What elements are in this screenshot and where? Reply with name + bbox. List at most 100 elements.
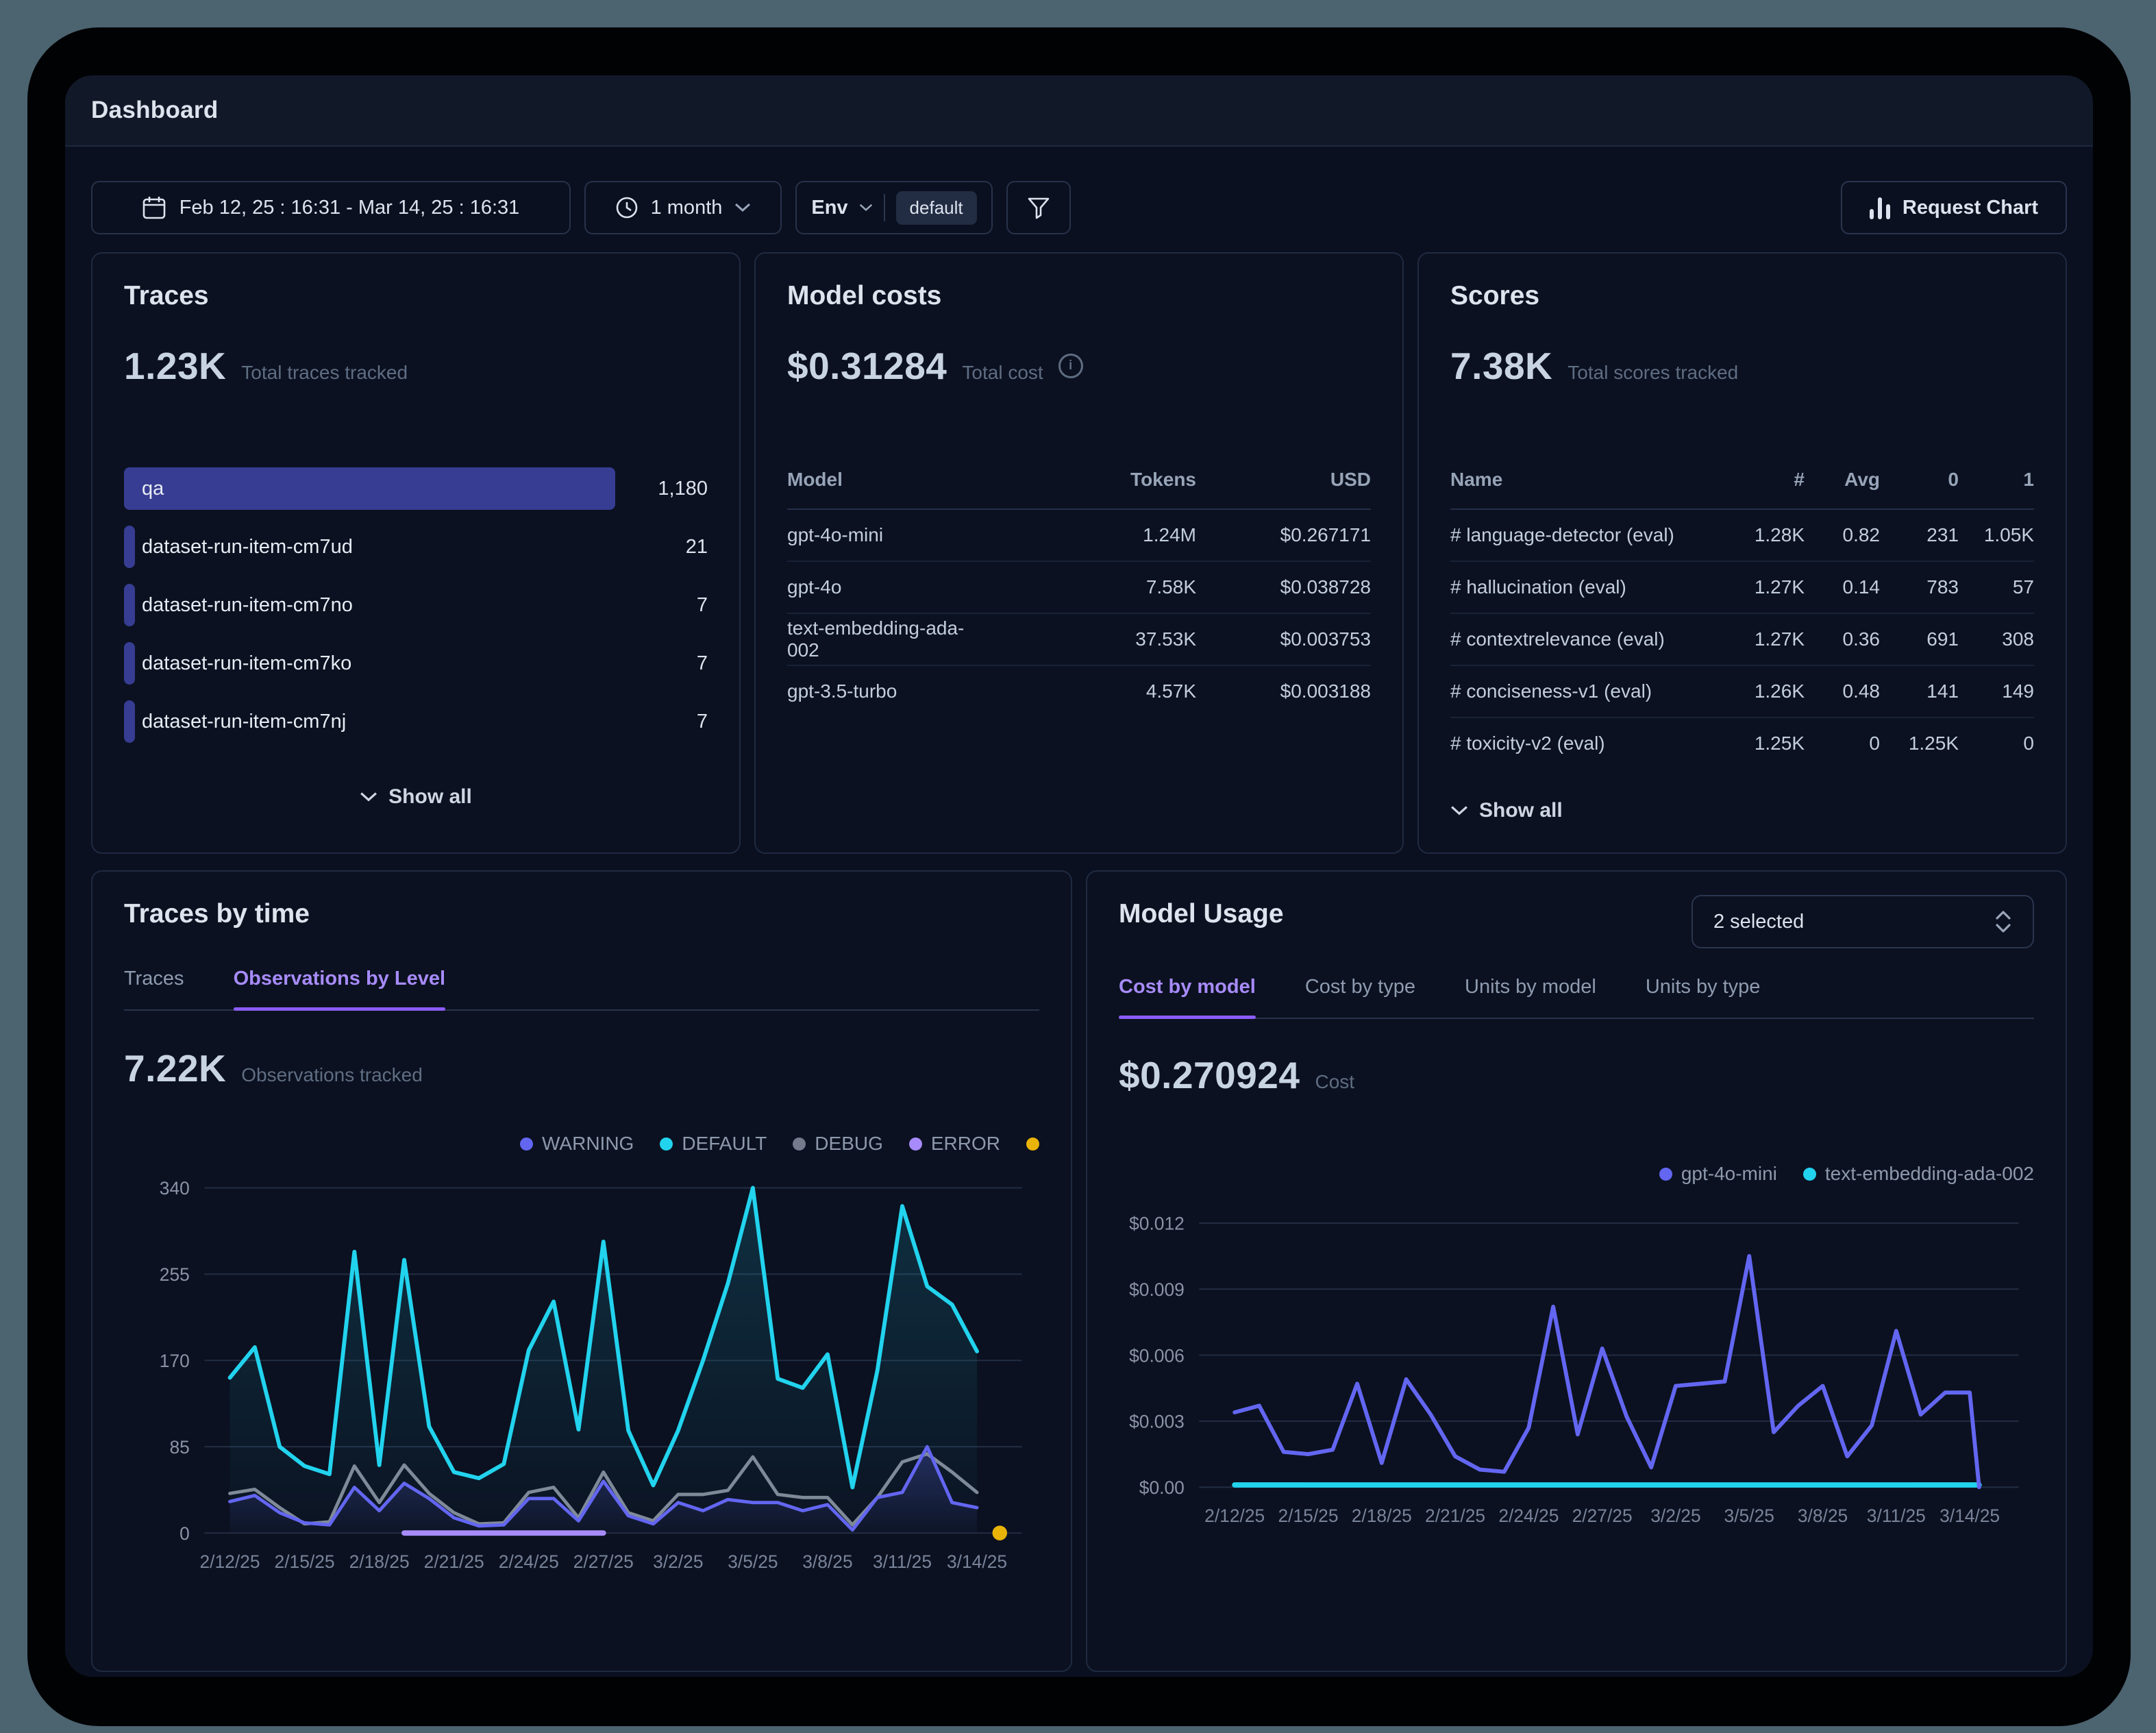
table-cell: 37.53K (984, 628, 1196, 650)
column-header-item: # (1702, 469, 1805, 491)
toolbar-spacer (1085, 181, 1827, 234)
trace-bar-zone: dataset-run-item-cm7no (124, 584, 615, 626)
svg-text:2/27/25: 2/27/25 (573, 1551, 634, 1572)
trace-label: dataset-run-item-cm7ud (142, 526, 353, 568)
trace-bar (124, 642, 135, 685)
filter-button[interactable] (1006, 181, 1071, 234)
svg-text:3/14/25: 3/14/25 (1940, 1505, 2000, 1526)
cost-metric: $0.270924 Cost (1119, 1053, 2034, 1097)
legend-label: gpt-4o-mini (1681, 1163, 1777, 1185)
card-title: Scores (1450, 281, 2034, 311)
trace-row-dataset-run-item-cm7ko[interactable]: dataset-run-item-cm7ko7 (124, 642, 708, 685)
chevrons-up-down-icon (1994, 910, 2012, 933)
trace-value: 1,180 (615, 478, 708, 500)
tab-units-by-type[interactable]: Units by type (1646, 976, 1761, 1018)
trace-bar-zone: qa (124, 467, 615, 510)
show-all-label: Show all (388, 785, 472, 809)
toolbar: Feb 12, 25 : 16:31 - Mar 14, 25 : 16:31 … (91, 181, 2067, 234)
table-cell: 1.27K (1702, 576, 1805, 598)
table-header: ModelTokensUSD (787, 469, 1371, 510)
table-cell: 7.58K (984, 576, 1196, 598)
model-select-dropdown[interactable]: 2 selected (1692, 895, 2034, 948)
observations-by-level-chart: 0851702553402/12/252/15/252/18/252/21/25… (124, 1173, 1039, 1598)
table-cell: 691 (1880, 628, 1959, 650)
tab-cost-by-type[interactable]: Cost by type (1305, 976, 1415, 1018)
legend-label: WARNING (542, 1133, 634, 1155)
table-cell: 1.05K (1959, 524, 2034, 546)
tab-cost-by-model[interactable]: Cost by model (1119, 976, 1256, 1018)
trace-row-dataset-run-item-cm7nj[interactable]: dataset-run-item-cm7nj7 (124, 700, 708, 743)
svg-text:3/2/25: 3/2/25 (1650, 1505, 1700, 1526)
svg-text:3/8/25: 3/8/25 (1798, 1505, 1848, 1526)
trace-row-dataset-run-item-cm7ud[interactable]: dataset-run-item-cm7ud21 (124, 526, 708, 568)
trace-row-dataset-run-item-cm7no[interactable]: dataset-run-item-cm7no7 (124, 584, 708, 626)
traces-by-time-tabs: Traces Observations by Level (124, 968, 1039, 1011)
legend-dot (1803, 1168, 1816, 1181)
legend-dot (1026, 1138, 1039, 1151)
svg-text:2/15/25: 2/15/25 (1278, 1505, 1338, 1526)
table-cell: $0.003188 (1196, 680, 1371, 702)
column-header-usd: USD (1196, 469, 1371, 491)
column-header-avg: Avg (1805, 469, 1880, 491)
table-cell: 1.27K (1702, 628, 1805, 650)
table-cell: 1.25K (1880, 733, 1959, 754)
table-cell: $0.003753 (1196, 628, 1371, 650)
legend-dot (520, 1138, 533, 1151)
svg-text:3/8/25: 3/8/25 (802, 1551, 852, 1572)
table-cell: # conciseness-v1 (eval) (1450, 680, 1702, 702)
table-row: gpt-4o7.58K$0.038728 (787, 562, 1371, 614)
column-header-0: 0 (1880, 469, 1959, 491)
show-all-button[interactable]: Show all (124, 785, 708, 809)
date-range-picker[interactable]: Feb 12, 25 : 16:31 - Mar 14, 25 : 16:31 (91, 181, 571, 234)
table-cell: 308 (1959, 628, 2034, 650)
table-cell: 0.82 (1805, 524, 1880, 546)
model-usage-card: Model Usage 2 selected Cost by modelCost… (1086, 870, 2067, 1672)
table-cell: 0.36 (1805, 628, 1880, 650)
svg-text:2/27/25: 2/27/25 (1572, 1505, 1633, 1526)
table-row: gpt-4o-mini1.24M$0.267171 (787, 510, 1371, 562)
env-value-badge[interactable]: default (896, 191, 977, 225)
model-select-value: 2 selected (1713, 911, 1804, 933)
info-icon[interactable]: i (1058, 354, 1083, 378)
svg-text:3/11/25: 3/11/25 (873, 1551, 932, 1572)
table-cell: 1.28K (1702, 524, 1805, 546)
table-header: Name#Avg01 (1450, 469, 2034, 510)
time-window-dropdown[interactable]: 1 month (584, 181, 782, 234)
app-header: Dashboard (65, 75, 2093, 147)
tab-units-by-model[interactable]: Units by model (1465, 976, 1596, 1018)
table-cell: 0.48 (1805, 680, 1880, 702)
table-cell: 141 (1880, 680, 1959, 702)
chevron-down-icon (859, 204, 873, 212)
svg-text:3/5/25: 3/5/25 (1724, 1505, 1774, 1526)
page-title: Dashboard (91, 97, 219, 124)
trace-bar-zone: dataset-run-item-cm7nj (124, 700, 615, 743)
metric-value: 1.23K (124, 344, 226, 388)
legend-label: text-embedding-ada-002 (1825, 1163, 2034, 1185)
svg-text:2/12/25: 2/12/25 (199, 1551, 260, 1572)
trace-label: dataset-run-item-cm7nj (142, 700, 346, 743)
chevron-down-icon (360, 791, 377, 802)
bar-chart-icon (1870, 196, 1890, 219)
request-chart-button[interactable]: Request Chart (1841, 181, 2067, 234)
svg-text:3/14/25: 3/14/25 (947, 1551, 1007, 1572)
table-cell: 1.26K (1702, 680, 1805, 702)
window-frame: Dashboard Feb 12, 25 : 16:31 - Mar 14, 2… (27, 27, 2131, 1726)
scores-table: Name#Avg01# language-detector (eval)1.28… (1450, 469, 2034, 769)
table-cell: $0.267171 (1196, 524, 1371, 546)
table-row: # hallucination (eval)1.27K0.1478357 (1450, 562, 2034, 614)
cost-by-model-chart: $0.00$0.003$0.006$0.009$0.0122/12/252/15… (1119, 1194, 2034, 1550)
observations-metric: 7.22K Observations tracked (124, 1046, 1039, 1090)
column-header-name: Name (1450, 469, 1702, 491)
trace-row-qa[interactable]: qa1,180 (124, 467, 708, 510)
column-header-model: Model (787, 469, 984, 491)
legend-dot (909, 1138, 922, 1151)
show-all-button[interactable]: Show all (1450, 799, 2034, 822)
env-filter[interactable]: Env default (795, 181, 993, 234)
tab-traces[interactable]: Traces (124, 968, 184, 1009)
calendar-icon (143, 195, 166, 220)
legend-item-warning: WARNING (520, 1133, 634, 1155)
tab-observations-by-level[interactable]: Observations by Level (234, 968, 445, 1009)
trace-value: 7 (615, 652, 708, 675)
metric-label: Total cost (962, 362, 1043, 384)
card-title: Traces (124, 281, 708, 311)
